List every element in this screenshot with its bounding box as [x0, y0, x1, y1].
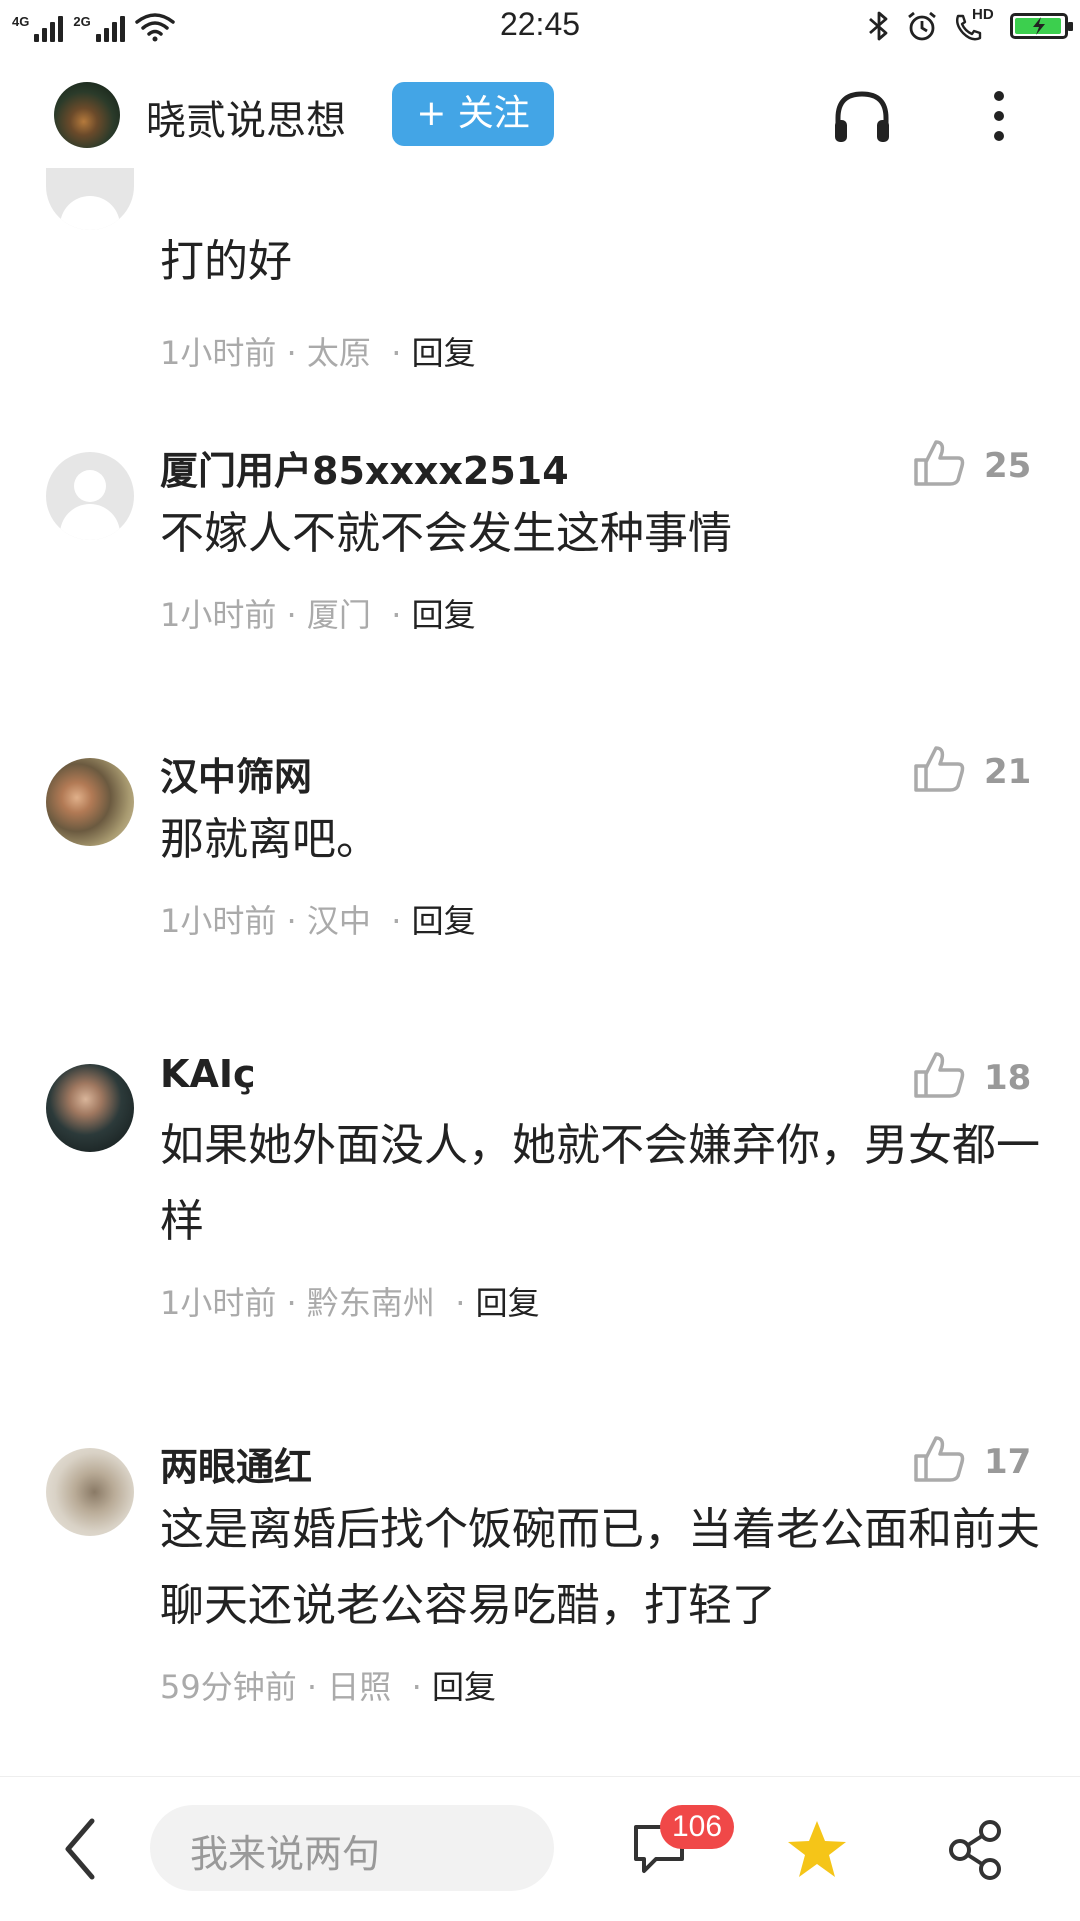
comment-meta: 1小时前 · 厦门 · 回复: [160, 596, 476, 634]
comment-username[interactable]: KAIç: [160, 1052, 256, 1096]
comment-location: 汉中: [306, 902, 371, 940]
alarm-icon: [908, 11, 936, 41]
comment-time: 1小时前: [160, 596, 277, 634]
more-options-icon[interactable]: [984, 86, 1014, 146]
comment-input-placeholder: 我来说两句: [190, 1832, 381, 1876]
like-icon[interactable]: [912, 1050, 966, 1100]
share-icon[interactable]: [948, 1819, 1004, 1881]
comment-meta: 59分钟前 · 日照 · 回复: [160, 1668, 496, 1706]
reply-button[interactable]: 回复: [432, 1668, 496, 1706]
status-bar: 4G 2G 22:45 HD: [0, 0, 1080, 60]
comment-time: 1小时前: [160, 334, 277, 372]
comment-meta: 1小时前 · 黔东南州 · 回复: [160, 1284, 540, 1322]
comment-text: 这是离婚后找个饭碗而已，当着老公面和前夫聊天还说老公容易吃醋，打轻了: [160, 1504, 1040, 1631]
author-avatar[interactable]: [54, 82, 120, 148]
like-count: 21: [984, 752, 1032, 792]
reply-button[interactable]: 回复: [476, 1284, 540, 1322]
comment-location: 厦门: [306, 596, 371, 634]
like-count: 17: [984, 1442, 1032, 1482]
comment-avatar[interactable]: [46, 452, 134, 540]
hd-call-icon: HD: [952, 6, 996, 42]
comment-count-badge: 106: [660, 1805, 734, 1849]
comment-time: 59分钟前: [160, 1668, 297, 1706]
hd-label: HD: [972, 6, 994, 23]
comment-avatar[interactable]: [46, 168, 134, 230]
reply-button[interactable]: 回复: [412, 596, 476, 634]
reply-button[interactable]: 回复: [412, 902, 476, 940]
comment-location: 日照: [327, 1668, 392, 1706]
like-count: 25: [984, 446, 1032, 486]
status-icons: HD: [866, 6, 1073, 42]
bottom-bar: 我来说两句 106: [0, 1776, 1080, 1921]
comment-avatar[interactable]: [46, 1064, 134, 1152]
comment-username[interactable]: 厦门用户85xxxx2514: [160, 440, 569, 495]
like-icon[interactable]: [912, 438, 966, 488]
comment-username[interactable]: 两眼通红: [160, 1436, 312, 1491]
comment-text: 不嫁人不就不会发生这种事情: [160, 508, 732, 559]
comment-avatar[interactable]: [46, 758, 134, 846]
comment-location: 黔东南州: [306, 1284, 435, 1322]
back-arrow-icon[interactable]: [60, 1817, 100, 1881]
comment-time: 1小时前: [160, 902, 277, 940]
article-header: 晓贰说思想 + 关注: [0, 70, 1080, 170]
follow-button[interactable]: + 关注: [392, 82, 554, 146]
comment-text: 如果她外面没人，她就不会嫌弃你，男女都一样: [160, 1120, 1040, 1247]
comment-location: 太原: [306, 334, 371, 372]
comment-text: 那就离吧。: [160, 814, 380, 865]
comment-time: 1小时前: [160, 1284, 277, 1322]
battery-icon: [1010, 13, 1073, 39]
like-icon[interactable]: [912, 1434, 966, 1484]
comment-input[interactable]: 我来说两句: [150, 1805, 554, 1891]
author-name[interactable]: 晓贰说思想: [146, 88, 346, 146]
comment-text: 打的好: [160, 236, 292, 287]
reply-button[interactable]: 回复: [412, 334, 476, 372]
like-count: 18: [984, 1058, 1032, 1098]
comment-username[interactable]: 汉中筛网: [160, 746, 312, 801]
comment-meta: 1小时前 · 太原 · 回复: [160, 334, 476, 372]
comment-meta: 1小时前 · 汉中 · 回复: [160, 902, 476, 940]
bluetooth-icon: [869, 11, 888, 41]
favorite-star-icon[interactable]: [784, 1817, 850, 1883]
comment-avatar[interactable]: [46, 1448, 134, 1536]
like-icon[interactable]: [912, 744, 966, 794]
headphone-icon[interactable]: [830, 86, 894, 146]
